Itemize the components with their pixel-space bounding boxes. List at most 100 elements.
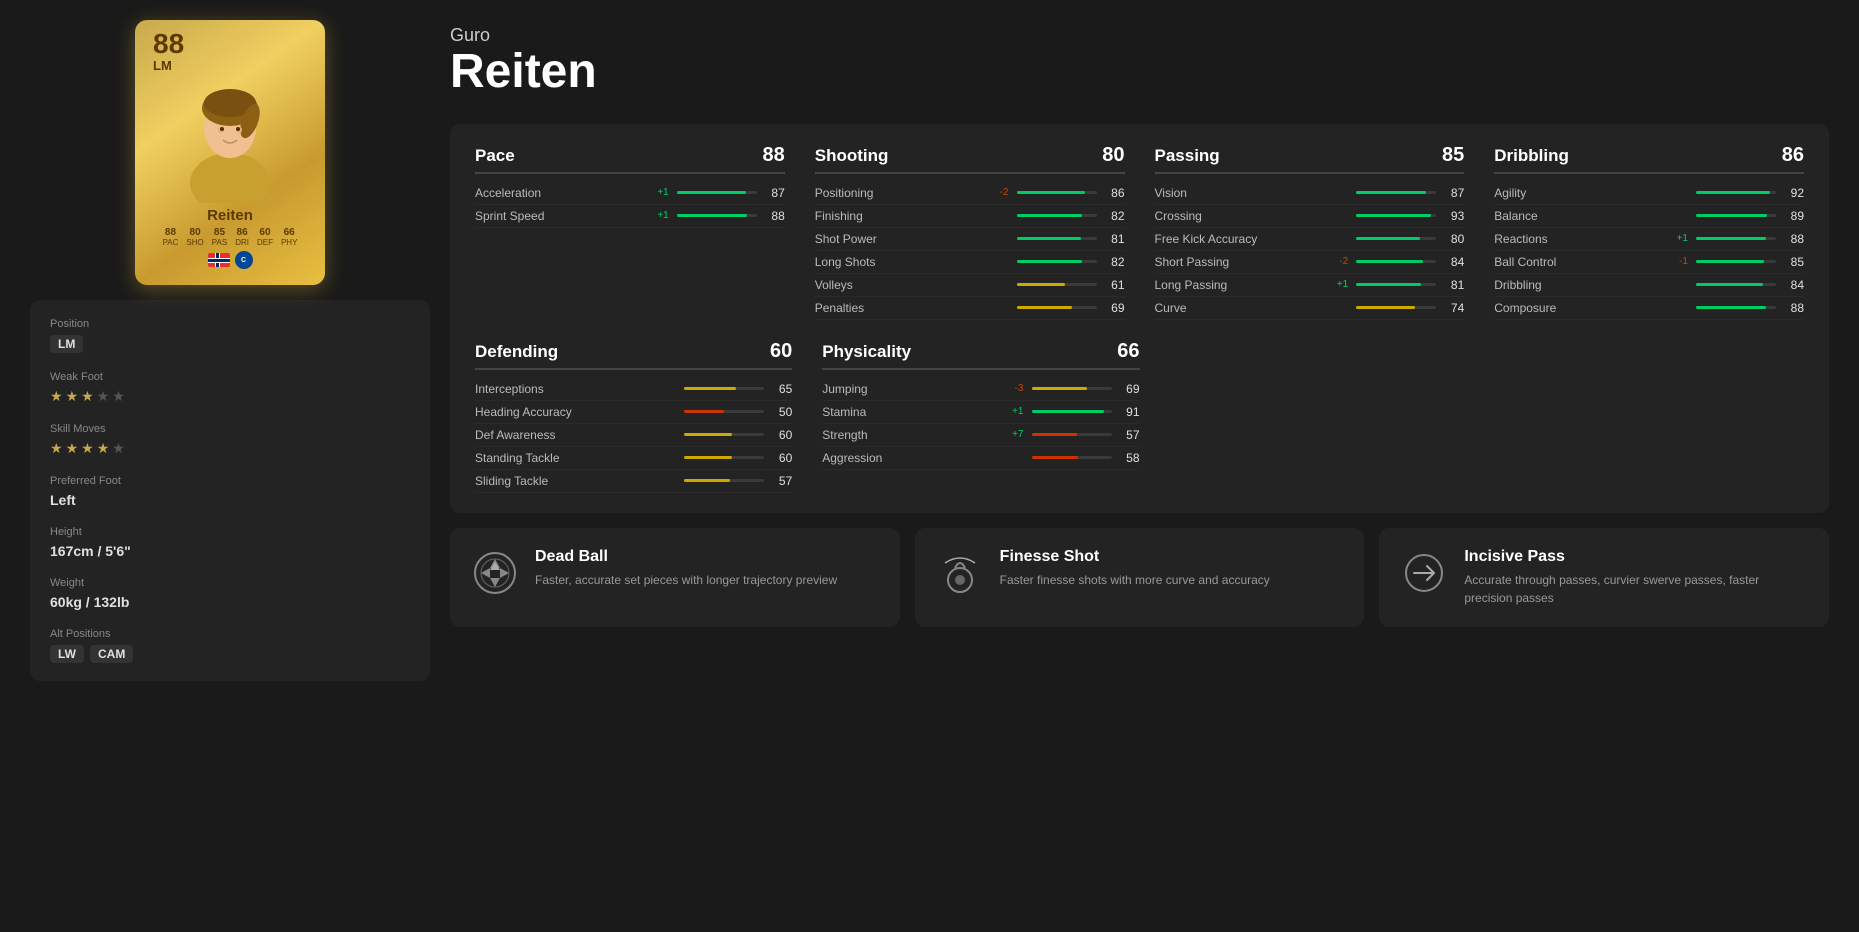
shot-power-bar bbox=[1017, 237, 1082, 240]
passing-header: Passing 85 bbox=[1155, 144, 1465, 174]
skill-moves-stars: ★ ★ ★ ★ ★ bbox=[50, 440, 410, 457]
position-section: Position LM bbox=[50, 318, 410, 353]
defending-header: Defending 60 bbox=[475, 340, 792, 370]
long-passing-label: Long Passing bbox=[1155, 278, 1331, 292]
aggression-label: Aggression bbox=[822, 451, 1005, 465]
sliding-tackle-bar-wrapper bbox=[684, 479, 764, 482]
long-passing-modifier: +1 bbox=[1330, 279, 1348, 290]
aggression-bar bbox=[1032, 456, 1078, 459]
player-name-card: Reiten bbox=[207, 207, 253, 224]
player-image bbox=[160, 73, 300, 203]
stat-long-shots: Long Shots 82 bbox=[815, 251, 1125, 274]
stat-sprint-speed: Sprint Speed +1 88 bbox=[475, 205, 785, 228]
weight-section: Weight 60kg / 132lb bbox=[50, 577, 410, 610]
weak-foot-stars: ★ ★ ★ ★ ★ bbox=[50, 388, 410, 405]
curve-bar-wrapper bbox=[1356, 306, 1436, 309]
sliding-tackle-bar bbox=[684, 479, 730, 482]
stat-interceptions: Interceptions 65 bbox=[475, 378, 792, 401]
stat-vision: Vision 87 bbox=[1155, 182, 1465, 205]
pace-value: 88 bbox=[763, 144, 785, 167]
card-stat-pas: 85 PAS bbox=[212, 227, 227, 247]
curve-label: Curve bbox=[1155, 301, 1331, 315]
info-panel: Position LM Weak Foot ★ ★ ★ ★ ★ Skill Mo… bbox=[30, 300, 430, 681]
incisive-pass-name: Incisive Pass bbox=[1464, 548, 1809, 566]
pace-name: Pace bbox=[475, 146, 515, 166]
reactions-bar bbox=[1696, 237, 1766, 240]
pace-category: Pace 88 Acceleration +1 87 Sprint Speed … bbox=[475, 144, 785, 320]
penalties-label: Penalties bbox=[815, 301, 991, 315]
height-value: 167cm / 5'6" bbox=[50, 543, 410, 559]
def-awareness-bar-wrapper bbox=[684, 433, 764, 436]
long-passing-bar-wrapper bbox=[1356, 283, 1436, 286]
interceptions-label: Interceptions bbox=[475, 382, 658, 396]
alt-positions-section: Alt Positions LW CAM bbox=[50, 628, 410, 663]
dribbling-stat-bar bbox=[1696, 283, 1763, 286]
card-stat-def: 60 DEF bbox=[257, 227, 273, 247]
short-passing-label: Short Passing bbox=[1155, 255, 1331, 269]
preferred-foot-value: Left bbox=[50, 492, 410, 508]
composure-bar bbox=[1696, 306, 1766, 309]
card-stat-pac: 88 PAC bbox=[163, 227, 179, 247]
card-stats-row: 88 PAC 80 SHO 85 PAS 86 DRI bbox=[163, 227, 298, 247]
spacer bbox=[1170, 340, 1805, 493]
position-label: Position bbox=[50, 318, 410, 330]
incisive-pass-icon bbox=[1399, 548, 1449, 598]
sprint-speed-value: 88 bbox=[765, 209, 785, 223]
height-section: Height 167cm / 5'6" bbox=[50, 526, 410, 559]
height-label: Height bbox=[50, 526, 410, 538]
strength-modifier: +7 bbox=[1006, 429, 1024, 440]
composure-value: 88 bbox=[1784, 301, 1804, 315]
interceptions-bar bbox=[684, 387, 736, 390]
star-3: ★ bbox=[81, 388, 94, 405]
stat-free-kick: Free Kick Accuracy 80 bbox=[1155, 228, 1465, 251]
agility-value: 92 bbox=[1784, 186, 1804, 200]
finesse-shot-desc: Faster finesse shots with more curve and… bbox=[1000, 571, 1270, 589]
player-header: Guro Reiten bbox=[450, 20, 1829, 109]
vision-label: Vision bbox=[1155, 186, 1331, 200]
card-top: 88 LM bbox=[145, 30, 315, 73]
def-awareness-label: Def Awareness bbox=[475, 428, 658, 442]
traits-row: Dead Ball Faster, accurate set pieces wi… bbox=[450, 528, 1829, 627]
strength-value: 57 bbox=[1120, 428, 1140, 442]
stamina-bar bbox=[1032, 410, 1105, 413]
dribbling-stat-value: 84 bbox=[1784, 278, 1804, 292]
ball-control-bar bbox=[1696, 260, 1764, 263]
star-1: ★ bbox=[50, 388, 63, 405]
skill-star-5: ★ bbox=[112, 440, 125, 457]
stat-long-passing: Long Passing +1 81 bbox=[1155, 274, 1465, 297]
defending-value: 60 bbox=[770, 340, 792, 363]
passing-name: Passing bbox=[1155, 146, 1220, 166]
stat-shot-power: Shot Power 81 bbox=[815, 228, 1125, 251]
physicality-header: Physicality 66 bbox=[822, 340, 1139, 370]
stat-penalties: Penalties 69 bbox=[815, 297, 1125, 320]
positioning-bar bbox=[1017, 191, 1086, 194]
ball-control-label: Ball Control bbox=[1494, 255, 1670, 269]
balance-label: Balance bbox=[1494, 209, 1670, 223]
alt-position-cam: CAM bbox=[90, 645, 133, 663]
ball-control-modifier: -1 bbox=[1670, 256, 1688, 267]
right-panel: Guro Reiten Pace 88 Acceleration +1 bbox=[450, 20, 1829, 681]
stat-dribbling: Dribbling 84 bbox=[1494, 274, 1804, 297]
card-stat-sho: 80 SHO bbox=[186, 227, 203, 247]
skill-star-4: ★ bbox=[97, 440, 110, 457]
finesse-shot-content: Finesse Shot Faster finesse shots with m… bbox=[1000, 548, 1270, 589]
volleys-label: Volleys bbox=[815, 278, 991, 292]
stats-container: Pace 88 Acceleration +1 87 Sprint Speed … bbox=[450, 124, 1829, 513]
stat-volleys: Volleys 61 bbox=[815, 274, 1125, 297]
stat-standing-tackle: Standing Tackle 60 bbox=[475, 447, 792, 470]
trait-finesse-shot: Finesse Shot Faster finesse shots with m… bbox=[915, 528, 1365, 627]
balance-bar bbox=[1696, 214, 1767, 217]
stat-def-awareness: Def Awareness 60 bbox=[475, 424, 792, 447]
heading-accuracy-bar bbox=[684, 410, 724, 413]
reactions-label: Reactions bbox=[1494, 232, 1670, 246]
defending-name: Defending bbox=[475, 342, 558, 362]
finesse-shot-icon bbox=[935, 548, 985, 598]
alt-positions-row: LW CAM bbox=[50, 645, 410, 663]
player-card: 88 LM bbox=[135, 20, 325, 285]
crossing-value: 93 bbox=[1444, 209, 1464, 223]
agility-bar bbox=[1696, 191, 1770, 194]
trait-dead-ball: Dead Ball Faster, accurate set pieces wi… bbox=[450, 528, 900, 627]
stamina-modifier: +1 bbox=[1006, 406, 1024, 417]
composure-label: Composure bbox=[1494, 301, 1670, 315]
acceleration-bar bbox=[677, 191, 747, 194]
